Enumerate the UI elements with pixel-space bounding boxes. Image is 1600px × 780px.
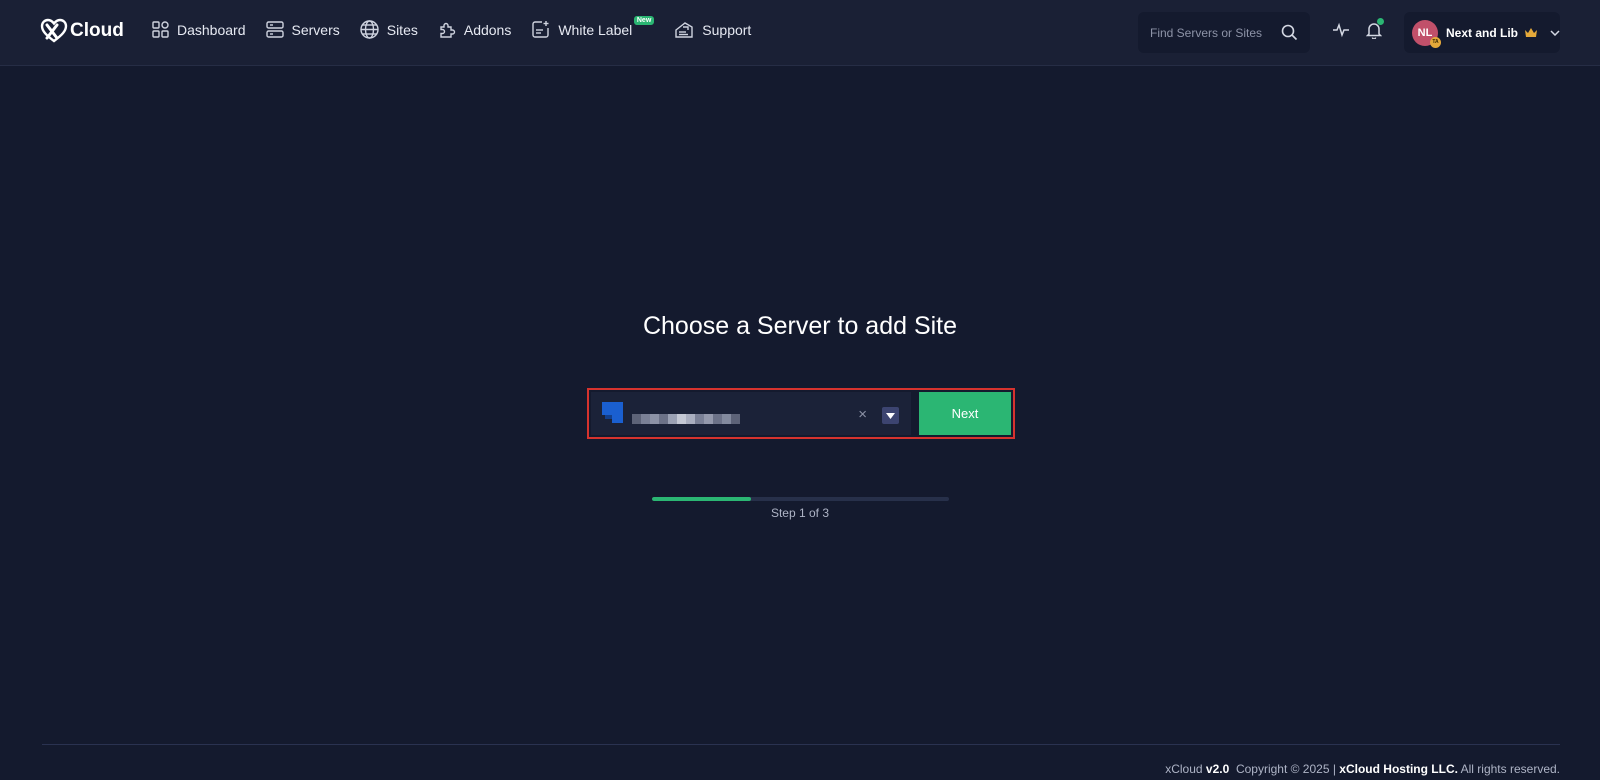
new-badge: New — [633, 16, 655, 25]
page-title: Choose a Server to add Site — [642, 312, 958, 340]
avatar-mini-badge: TA — [1430, 36, 1441, 48]
next-button[interactable]: Next — [919, 392, 1011, 435]
globe-icon — [360, 20, 379, 39]
puzzle-icon — [440, 22, 456, 38]
user-menu[interactable]: NL TA Next and Lib — [1404, 12, 1560, 53]
step-progress-fill — [652, 497, 751, 501]
step-progress-bar — [652, 497, 949, 501]
white-label-icon — [532, 21, 550, 38]
nav-label: Servers — [291, 21, 340, 38]
step-indicator: Step 1 of 3 — [770, 506, 830, 520]
caret-down-icon — [886, 412, 895, 419]
avatar-initials: NL — [1417, 26, 1433, 39]
search-input[interactable] — [1150, 25, 1274, 40]
chevron-down-icon — [1550, 29, 1560, 36]
nav-white-label[interactable]: White Label New — [531, 16, 655, 39]
footer-divider — [42, 744, 1560, 745]
xcloud-logo[interactable]: Cloud — [40, 18, 124, 44]
logo-text: Cloud — [70, 20, 124, 41]
dashboard-icon — [152, 21, 169, 38]
nav-label: Support — [702, 21, 752, 38]
nav-sites[interactable]: Sites — [360, 20, 418, 39]
main-nav: Dashboard Servers Sites Addons White Lab… — [152, 16, 751, 39]
footer-company-link[interactable]: xCloud Hosting LLC. — [1339, 762, 1458, 776]
search-box — [1138, 12, 1310, 53]
dropdown-toggle[interactable] — [882, 407, 899, 424]
server-provider-icon — [602, 402, 623, 423]
activity-icon[interactable] — [1332, 22, 1350, 38]
notifications-button[interactable] — [1365, 18, 1384, 44]
crown-icon — [1525, 28, 1537, 37]
footer-version: v2.0 — [1205, 762, 1230, 776]
user-name: Next and Lib — [1446, 25, 1519, 40]
xcloud-logo-icon — [40, 18, 68, 43]
support-icon — [675, 21, 693, 38]
clear-selection-icon[interactable]: × — [858, 406, 867, 423]
server-select[interactable]: × — [591, 392, 911, 435]
footer-rights: All rights reserved. — [1460, 762, 1560, 776]
avatar: NL TA — [1412, 19, 1441, 48]
nav-addons[interactable]: Addons — [438, 21, 511, 39]
footer-app-name: xCloud — [1165, 762, 1203, 776]
server-name-redacted — [632, 414, 740, 424]
nav-label: Addons — [463, 21, 512, 38]
nav-label: Dashboard — [177, 21, 246, 38]
nav-support[interactable]: Support — [674, 21, 751, 39]
nav-label: White Label — [558, 21, 633, 38]
server-select-highlight: × Next — [587, 388, 1015, 439]
nav-servers[interactable]: Servers — [265, 21, 340, 38]
nav-label: Sites — [386, 21, 418, 38]
footer-copyright: Copyright © 2025 | — [1235, 762, 1336, 776]
servers-icon — [265, 21, 284, 38]
notification-dot — [1377, 18, 1384, 25]
top-navbar: Cloud Dashboard Servers Sites Addons Whi… — [0, 0, 1600, 66]
search-icon[interactable] — [1281, 24, 1298, 41]
footer: xCloud v2.0 Copyright © 2025 | xCloud Ho… — [1165, 762, 1560, 776]
nav-dashboard[interactable]: Dashboard — [152, 21, 246, 38]
